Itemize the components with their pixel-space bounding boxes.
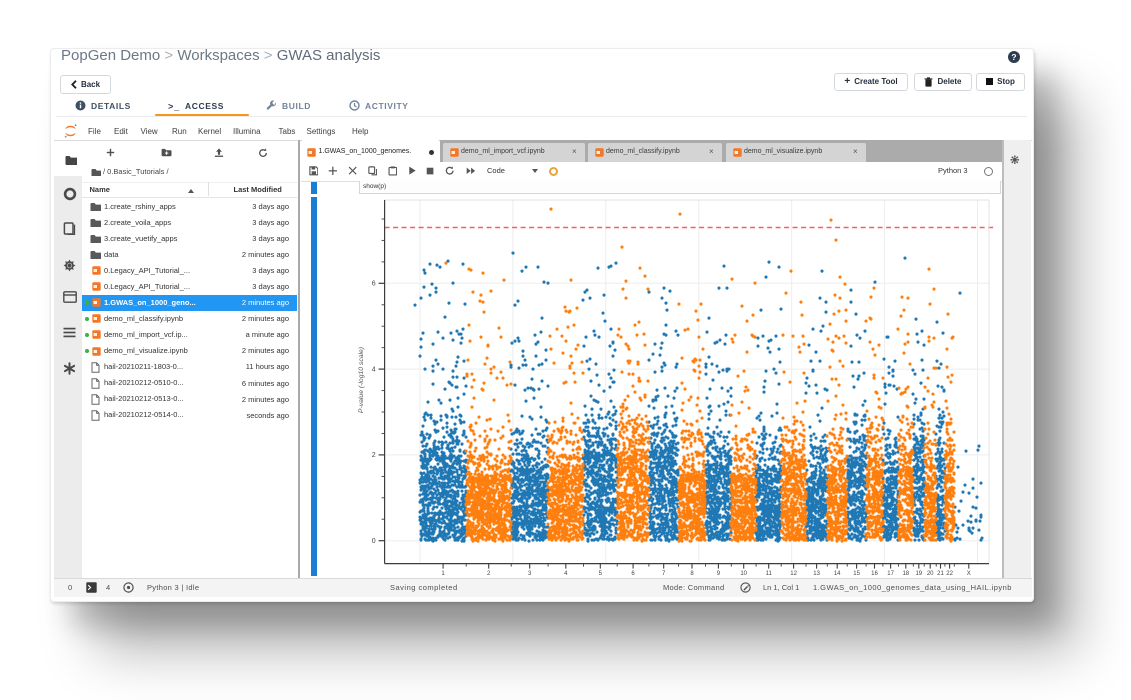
svg-text:16: 16 [871,571,878,577]
svg-text:20: 20 [927,571,934,577]
svg-text:6: 6 [631,571,635,577]
svg-text:21: 21 [937,571,944,577]
svg-text:18: 18 [902,571,909,577]
svg-text:13: 13 [813,571,820,577]
svg-text:5: 5 [599,571,603,577]
svg-text:4: 4 [564,571,568,577]
svg-text:6: 6 [372,281,376,288]
svg-text:2: 2 [487,571,491,577]
svg-text:9: 9 [717,571,721,577]
svg-text:17: 17 [887,571,894,577]
svg-text:3: 3 [528,571,532,577]
svg-text:19: 19 [915,571,922,577]
svg-text:15: 15 [853,571,860,577]
svg-text:0: 0 [372,538,376,545]
svg-text:22: 22 [946,571,953,577]
svg-text:8: 8 [690,571,694,577]
svg-text:4: 4 [372,366,376,373]
svg-text:10: 10 [740,571,747,577]
svg-text:P-value (-log10 scale): P-value (-log10 scale) [358,347,365,413]
svg-text:1: 1 [441,571,445,577]
svg-text:14: 14 [834,571,841,577]
svg-text:12: 12 [790,571,797,577]
svg-text:X: X [967,571,971,577]
svg-text:>_: >_ [168,102,180,111]
svg-text:7: 7 [662,571,666,577]
svg-text:11: 11 [766,571,773,577]
svg-text:2: 2 [372,452,376,459]
